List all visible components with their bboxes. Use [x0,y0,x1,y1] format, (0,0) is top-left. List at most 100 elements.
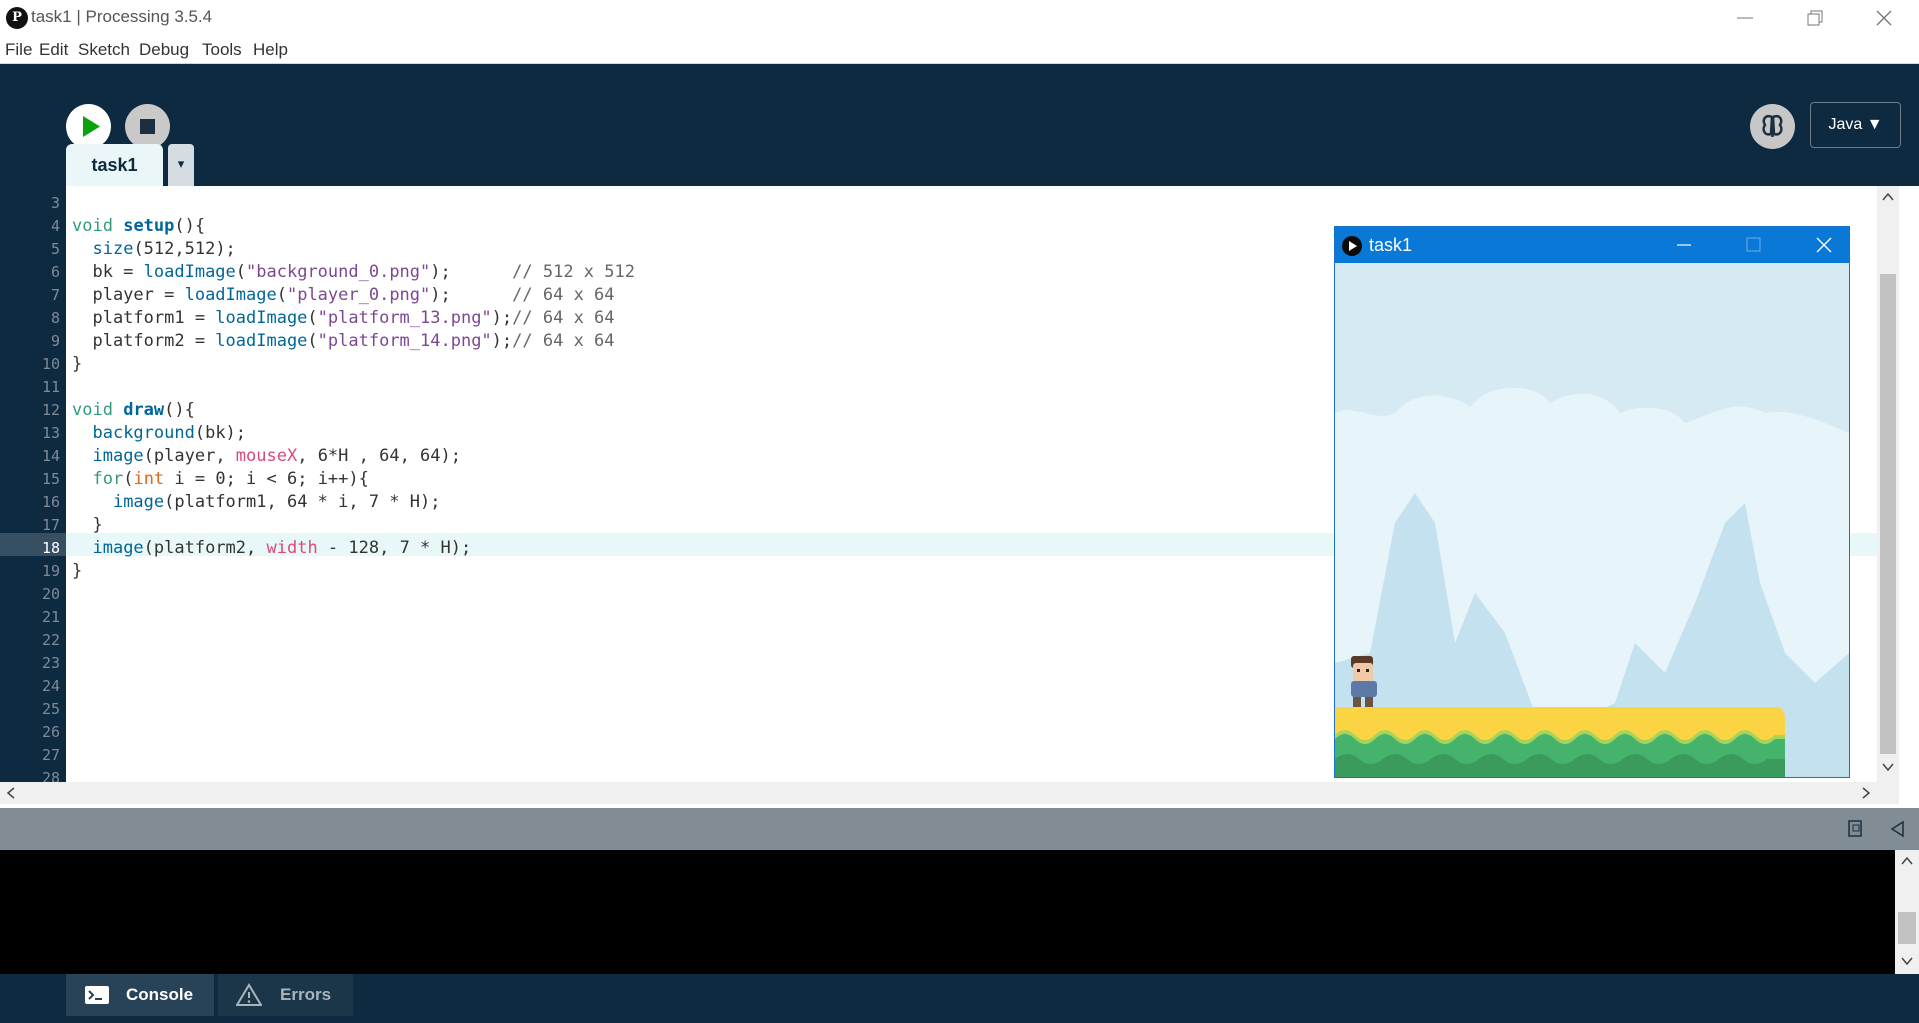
code-line: image(platform2, width - 128, 7 * H); [92,538,472,558]
menu-file[interactable]: File [5,40,32,60]
console-scrollbar[interactable] [1895,850,1919,974]
line-number: 24 [41,677,60,695]
tab-errors[interactable]: Errors [218,974,353,1016]
stop-button[interactable] [125,104,170,149]
console-output[interactable] [0,850,1919,974]
line-number: 5 [50,240,60,258]
line-number-current: 18 [41,539,60,557]
platform [1335,707,1785,777]
line-number: 8 [50,309,60,327]
menu-tools[interactable]: Tools [202,40,242,60]
line-number: 9 [50,332,60,350]
scroll-left-icon [6,787,15,799]
code-line: } [72,515,103,535]
minimize-icon [1677,244,1691,246]
minimize-button[interactable] [1710,0,1780,36]
line-number: 16 [41,493,60,511]
code-line: image(platform1, 64 * i, 7 * H); [112,492,441,512]
console-tab-label: Console [126,985,194,1004]
line-number: 6 [50,263,60,281]
scroll-up-icon [1901,856,1913,865]
scroll-up-icon [1882,192,1894,201]
code-line: image(player, mouseX, 6*H , 64, 64); [92,446,461,466]
sketch-window-title: task1 [1369,235,1413,255]
menu-edit[interactable]: Edit [39,40,68,60]
toolbar: Java ▼ task1 ▾ [0,64,1919,186]
code-line: size(512,512); [92,239,236,259]
processing-logo-icon: P [6,7,28,29]
code-line: void setup(){ [72,216,206,236]
menu-debug[interactable]: Debug [139,40,189,60]
line-number: 11 [41,378,60,396]
line-number: 13 [41,424,60,442]
code-line: player = loadImage("player_0.png"); // 6… [72,285,615,305]
line-number: 12 [41,401,60,419]
code-line: } [72,354,83,374]
scroll-right-icon [1862,787,1871,799]
code-line: for(int i = 0; i < 6; i++){ [92,469,369,489]
sketch-window[interactable]: task1 [1334,226,1850,778]
line-number: 20 [41,585,60,603]
run-button[interactable] [66,104,111,149]
terminal-icon [85,986,109,1004]
game-scene [1335,263,1849,777]
line-number: 10 [41,355,60,373]
console-scrollbar-thumb[interactable] [1898,912,1916,944]
line-number-gutter: 3 4 5 6 7 8 9 10 11 12 13 14 15 16 17 18… [0,186,66,787]
sketch-window-title-bar[interactable]: task1 [1335,227,1849,263]
window-title: task1 | Processing 3.5.4 [31,7,213,26]
line-number: 23 [41,654,60,672]
mode-selector[interactable]: Java ▼ [1810,102,1901,148]
stop-icon [140,119,155,134]
minimize-icon [1737,17,1753,19]
line-number: 19 [41,562,60,580]
line-number: 25 [41,700,60,718]
menu-help[interactable]: Help [253,40,288,60]
maximize-icon [1746,237,1761,252]
close-icon [1876,10,1892,26]
editor-vertical-scrollbar[interactable] [1877,186,1899,782]
scroll-down-icon [1901,957,1913,966]
code-line: } [72,561,83,581]
errors-tab-label: Errors [280,985,332,1004]
scroll-down-icon [1882,763,1894,772]
line-number: 21 [41,608,60,626]
sketch-maximize-button[interactable] [1725,227,1783,263]
code-line: void draw(){ [72,400,195,420]
menu-bar: File Edit Sketch Debug Tools Help [0,36,1919,64]
copy-console-icon[interactable] [1845,818,1867,840]
code-line: platform2 = loadImage("platform_14.png")… [72,331,615,351]
line-number: 22 [41,631,60,649]
collapse-console-icon[interactable] [1888,819,1908,839]
debugger-button[interactable] [1750,104,1795,149]
tab-console[interactable]: Console [66,974,214,1016]
restore-button[interactable] [1780,0,1850,36]
code-line: background(bk); [92,423,247,443]
warning-icon [236,983,262,1006]
sketch-minimize-button[interactable] [1655,227,1713,263]
play-icon [83,116,100,137]
butterfly-icon [1762,115,1783,137]
line-number: 14 [41,447,60,465]
line-number: 17 [41,516,60,534]
menu-sketch[interactable]: Sketch [78,40,130,60]
editor-horizontal-scrollbar[interactable] [0,782,1899,804]
line-number: 27 [41,746,60,764]
restore-icon [1807,10,1823,26]
code-line: platform1 = loadImage("platform_13.png")… [72,308,615,328]
status-bar [0,808,1919,850]
tab-task1[interactable]: task1 [66,144,163,186]
title-bar: P task1 | Processing 3.5.4 [0,0,1919,36]
console-tab-bar: Console Errors [0,974,1919,1023]
tab-menu-button[interactable]: ▾ [168,144,194,186]
processing-run-icon [1342,236,1362,256]
sketch-canvas[interactable] [1335,263,1849,777]
line-number: 7 [50,286,60,304]
line-number: 15 [41,470,60,488]
line-number: 26 [41,723,60,741]
line-number: 4 [50,217,60,235]
close-button[interactable] [1849,0,1919,36]
sketch-close-button[interactable] [1795,227,1853,263]
scrollbar-thumb[interactable] [1880,274,1896,754]
line-number: 3 [50,194,60,212]
